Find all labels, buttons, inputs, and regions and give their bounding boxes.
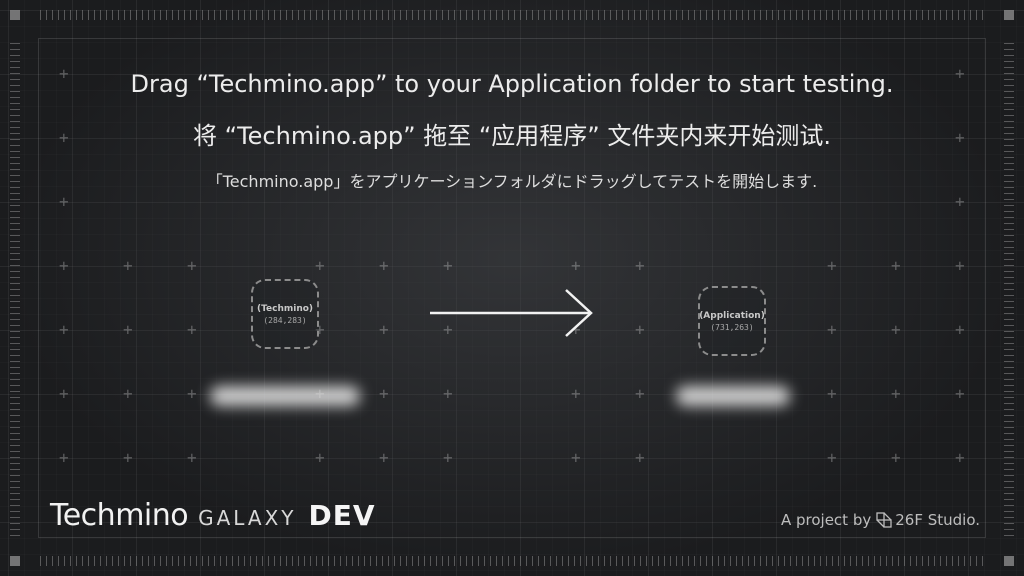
grid-crosshair: + (955, 256, 965, 275)
grid-crosshair: + (59, 448, 69, 467)
grid-crosshair: + (59, 320, 69, 339)
grid-crosshair: + (187, 448, 197, 467)
grid-crosshair: + (571, 384, 581, 403)
corner-marker (10, 10, 20, 20)
logo-channel: DEV (308, 499, 376, 532)
grid-crosshair: + (123, 320, 133, 339)
grid-crosshair: + (379, 256, 389, 275)
grid-crosshair: + (571, 256, 581, 275)
grid-crosshair: + (443, 448, 453, 467)
grid-crosshair: + (443, 256, 453, 275)
application-folder-coords: (731,263) (710, 322, 754, 332)
left-ruler (10, 40, 20, 536)
grid-crosshair: + (59, 192, 69, 211)
grid-crosshair: + (955, 192, 965, 211)
grid-crosshair: + (123, 448, 133, 467)
grid-crosshair: + (891, 448, 901, 467)
grid-crosshair: + (123, 256, 133, 275)
grid-crosshair: + (59, 384, 69, 403)
grid-crosshair: + (891, 256, 901, 275)
grid-crosshair: + (955, 384, 965, 403)
grid-crosshair: + (635, 384, 645, 403)
grid-crosshair: + (891, 320, 901, 339)
credit-line: A project by 26F Studio. (781, 511, 980, 529)
logo-name: Techmino (50, 498, 189, 533)
grid-crosshair: + (955, 320, 965, 339)
application-folder-label: (Application) (699, 310, 765, 321)
techmino-galaxy-dev-logo: Techmino GALAXY DEV (50, 498, 376, 533)
techmino-app-label: (Techmino) (256, 303, 314, 314)
grid-crosshair: + (635, 256, 645, 275)
right-ruler (1004, 40, 1014, 536)
corner-marker (1004, 10, 1014, 20)
grid-crosshair: + (379, 320, 389, 339)
grid-crosshair: + (891, 384, 901, 403)
grid-crosshair: + (187, 256, 197, 275)
grid-crosshair: + (827, 320, 837, 339)
instruction-chinese: 将 “Techmino.app” 拖至 “应用程序” 文件夹内来开始测试. (193, 122, 831, 150)
corner-marker (1004, 556, 1014, 566)
grid-crosshair: + (315, 256, 325, 275)
techmino-app-name-glow (210, 386, 360, 406)
bottom-ruler (40, 556, 984, 566)
grid-crosshair: + (379, 448, 389, 467)
grid-crosshair: + (187, 320, 197, 339)
grid-crosshair: + (635, 320, 645, 339)
26f-studio-icon (876, 512, 892, 528)
grid-crosshair: + (443, 384, 453, 403)
grid-crosshair: + (187, 384, 197, 403)
grid-crosshair: + (635, 448, 645, 467)
grid-crosshair: + (59, 256, 69, 275)
grid-crosshair: + (123, 384, 133, 403)
techmino-app-icon[interactable]: (Techmino) (284,283) (251, 279, 319, 349)
credit-studio: 26F Studio. (895, 511, 980, 529)
application-folder-name-glow (676, 386, 790, 406)
logo-edition: GALAXY (198, 506, 297, 530)
arrow-right-icon (430, 289, 593, 337)
grid-crosshair: + (571, 448, 581, 467)
grid-crosshair: + (315, 448, 325, 467)
top-ruler (40, 10, 984, 20)
credit-prefix: A project by (780, 511, 872, 529)
grid-crosshair: + (827, 384, 837, 403)
instruction-english: Drag “Techmino.app” to your Application … (130, 70, 894, 98)
grid-crosshair: + (955, 448, 965, 467)
grid-crosshair: + (827, 448, 837, 467)
techmino-app-coords: (284,283) (263, 315, 307, 325)
grid-crosshair: + (827, 256, 837, 275)
application-folder-icon[interactable]: (Application) (731,263) (698, 286, 766, 356)
corner-marker (10, 556, 20, 566)
grid-crosshair: + (379, 384, 389, 403)
instruction-japanese: 「Techmino.app」をアプリケーションフォルダにドラッグしてテストを開始… (206, 172, 818, 191)
